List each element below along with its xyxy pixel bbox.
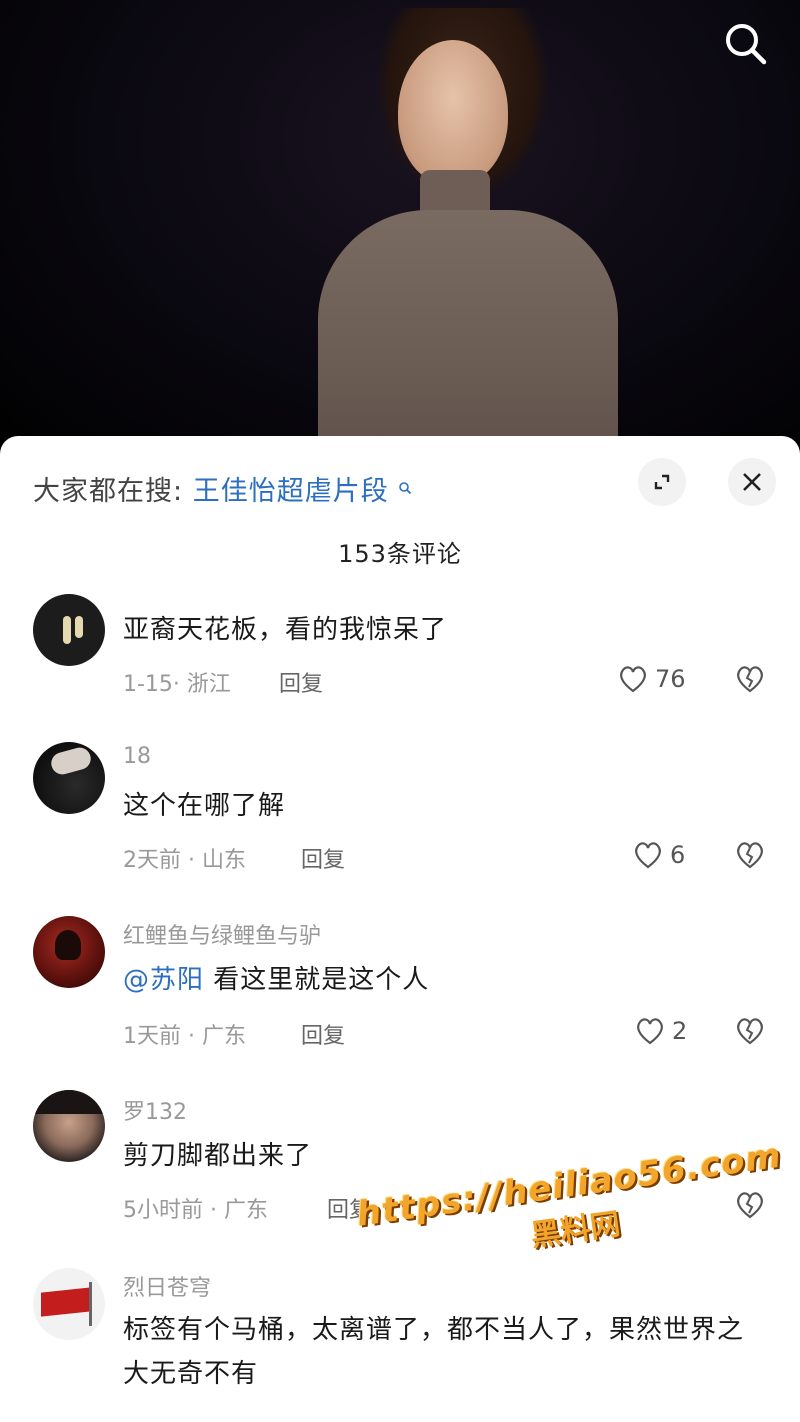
close-button[interactable] bbox=[728, 458, 776, 506]
reply-button[interactable]: 回复 bbox=[327, 1192, 371, 1224]
search-icon[interactable] bbox=[722, 20, 770, 68]
like-button[interactable]: 2 bbox=[634, 1016, 687, 1046]
reply-button[interactable]: 回复 bbox=[301, 1018, 345, 1050]
dislike-button[interactable] bbox=[734, 1016, 766, 1048]
comment-body: 看这里就是这个人 bbox=[213, 965, 430, 995]
dislike-button[interactable] bbox=[734, 840, 766, 872]
video-subject-face bbox=[398, 40, 508, 185]
trending-search-prefix: 大家都在搜: bbox=[33, 476, 184, 507]
reply-button[interactable]: 回复 bbox=[301, 842, 345, 874]
avatar[interactable] bbox=[33, 1090, 105, 1162]
heart-icon bbox=[620, 666, 646, 693]
comment-text: @苏阳 看这里就是这个人 bbox=[123, 958, 763, 1002]
small-search-icon bbox=[398, 471, 412, 495]
close-icon bbox=[743, 473, 761, 491]
video-player[interactable] bbox=[0, 0, 800, 460]
reply-button[interactable]: 回复 bbox=[279, 666, 323, 698]
video-subject-body bbox=[318, 210, 618, 460]
comment-meta: 5小时前 · 广东 bbox=[123, 1198, 268, 1223]
sheet-header: 大家都在搜: 王佳怡超虐片段 bbox=[0, 436, 800, 536]
comment-text: 这个在哪了解 bbox=[123, 791, 286, 821]
comment-author[interactable]: 烈日苍穹 bbox=[123, 1270, 211, 1302]
comment-text: 标签有个马桶，太离谱了，都不当人了，果然世界之大无奇不有 bbox=[123, 1315, 745, 1389]
comment-meta: 1-15· 浙江 bbox=[123, 672, 231, 697]
trending-search-keyword[interactable]: 王佳怡超虐片段 bbox=[193, 476, 389, 507]
comment-text: 剪刀脚都出来了 bbox=[123, 1141, 313, 1171]
avatar[interactable] bbox=[33, 594, 105, 666]
like-button[interactable]: 76 bbox=[617, 664, 686, 694]
dislike-button[interactable] bbox=[734, 664, 766, 696]
comment-item: 亚裔天花板，看的我惊呆了 1-15· 浙江 回复 76 bbox=[0, 586, 800, 726]
comments-sheet: 大家都在搜: 王佳怡超虐片段 153条评论 亚裔天花板，看的我惊呆了 1-15·… bbox=[0, 436, 800, 1422]
avatar[interactable] bbox=[33, 1268, 105, 1340]
comment-count: 153条评论 bbox=[338, 540, 462, 568]
comment-item: 18 这个在哪了解 2天前 · 山东 回复 6 bbox=[0, 736, 800, 886]
like-count: 76 bbox=[655, 665, 686, 693]
comment-author[interactable]: 罗132 bbox=[123, 1094, 187, 1126]
comment-text: 亚裔天花板，看的我惊呆了 bbox=[123, 615, 448, 645]
flag-icon bbox=[41, 1287, 91, 1317]
comment-meta: 1天前 · 广东 bbox=[123, 1024, 246, 1049]
expand-button[interactable] bbox=[638, 458, 686, 506]
broken-heart-icon bbox=[737, 1018, 763, 1045]
like-count: 2 bbox=[672, 1017, 688, 1045]
broken-heart-icon bbox=[737, 666, 763, 693]
broken-heart-icon bbox=[737, 842, 763, 869]
comment-author[interactable]: 18 bbox=[123, 744, 151, 769]
trending-search[interactable]: 大家都在搜: 王佳怡超虐片段 bbox=[33, 469, 412, 508]
broken-heart-icon bbox=[737, 1192, 763, 1219]
dislike-button[interactable] bbox=[734, 1190, 766, 1222]
comment-author[interactable]: 红鲤鱼与绿鲤鱼与驴 bbox=[123, 918, 321, 950]
like-count: 6 bbox=[670, 841, 686, 869]
heart-icon bbox=[637, 1018, 663, 1045]
avatar[interactable] bbox=[33, 916, 105, 988]
avatar[interactable] bbox=[33, 742, 105, 814]
comment-item: 烈日苍穹 标签有个马桶，太离谱了，都不当人了，果然世界之大无奇不有 bbox=[0, 1264, 800, 1422]
heart-icon bbox=[635, 842, 661, 869]
comment-item: 罗132 剪刀脚都出来了 5小时前 · 广东 回复 bbox=[0, 1088, 800, 1238]
comment-item: 红鲤鱼与绿鲤鱼与驴 @苏阳 看这里就是这个人 1天前 · 广东 回复 2 bbox=[0, 912, 800, 1062]
comment-meta: 2天前 · 山东 bbox=[123, 848, 246, 873]
like-button[interactable]: 6 bbox=[632, 840, 685, 870]
mention-link[interactable]: @苏阳 bbox=[123, 965, 204, 995]
expand-icon bbox=[654, 474, 670, 490]
